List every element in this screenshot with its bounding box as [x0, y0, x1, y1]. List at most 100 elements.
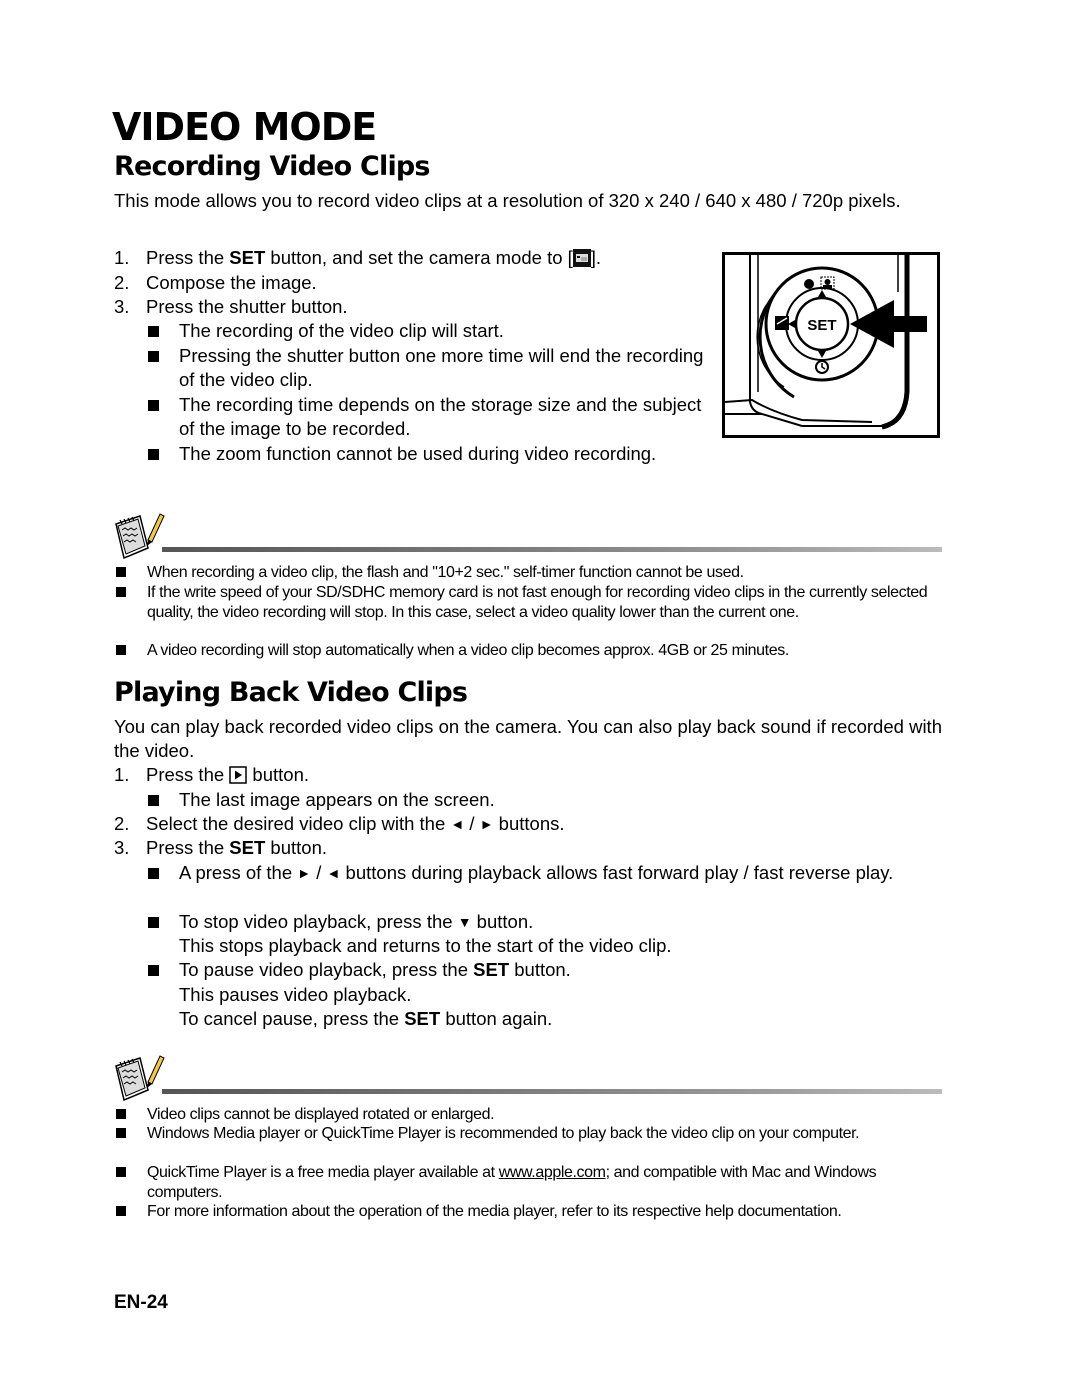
note-text: For more information about the operation…: [147, 1203, 842, 1220]
note-item: When recording a video clip, the flash a…: [114, 563, 942, 583]
note-item: Windows Media player or QuickTime Player…: [114, 1124, 942, 1144]
note-item: If the write speed of your SD/SDHC memor…: [114, 583, 942, 622]
set-label: SET: [229, 837, 266, 858]
set-label: SET: [473, 959, 510, 980]
recording-bullet: Pressing the shutter button one more tim…: [148, 344, 708, 393]
bullet-text: Pressing the shutter button one more tim…: [179, 345, 704, 391]
separator: /: [464, 813, 480, 834]
bullet-text: To pause video playback, press the SET b…: [148, 958, 942, 982]
note-item: QuickTime Player is a free media player …: [114, 1163, 942, 1202]
step-text: Press the: [146, 837, 230, 858]
step-number: 3.: [114, 837, 130, 858]
bullet-square-icon: [116, 1109, 126, 1119]
page-number: EN-24: [114, 1292, 168, 1313]
playback-step-1: 1. Press the button.: [114, 763, 309, 790]
step-number: 3.: [114, 296, 130, 317]
playback-heading: Playing Back Video Clips: [114, 677, 468, 708]
macro-icon: [804, 279, 814, 289]
right-arrow-icon: ►: [297, 865, 312, 881]
bullet-continuation: To cancel pause, press the SET button ag…: [179, 1007, 552, 1031]
camera-set-button-illustration: SET: [722, 252, 940, 438]
bullet-square-icon: [116, 1206, 126, 1216]
set-button-label: SET: [807, 317, 836, 334]
step-text: Press the: [146, 764, 230, 785]
bullet-text: A press of the ► / ◄ buttons during play…: [148, 861, 942, 885]
text: button.: [509, 959, 571, 980]
bullet-square-icon: [148, 795, 159, 806]
playback-bullet: To pause video playback, press the SET b…: [148, 958, 942, 982]
step-number: 2.: [114, 813, 130, 834]
step-text: ].: [590, 247, 602, 268]
note-item: A video recording will stop automaticall…: [114, 641, 954, 661]
note-item: Video clips cannot be displayed rotated …: [114, 1105, 942, 1125]
playback-bullet: The last image appears on the screen.: [148, 788, 748, 812]
note-item: For more information about the operation…: [114, 1202, 904, 1222]
step-text: Select the desired video clip with the: [146, 813, 451, 834]
down-arrow-icon: ▼: [457, 914, 472, 930]
page-title: VIDEO MODE: [112, 105, 377, 149]
bullet-continuation: This stops playback and returns to the s…: [179, 935, 672, 956]
bullet-square-icon: [148, 868, 159, 879]
step-text: Press the shutter button.: [146, 296, 348, 317]
text: To stop video playback, press the: [179, 911, 458, 932]
playback-step-2: 2. Select the desired video clip with the…: [114, 812, 565, 836]
bullet-square-icon: [116, 567, 126, 577]
step-text: button.: [265, 837, 327, 858]
text: button.: [471, 911, 534, 932]
bullet-square-icon: [116, 1167, 126, 1177]
note-text: QuickTime Player is a free media player …: [114, 1163, 942, 1202]
video-mode-icon: [572, 249, 591, 273]
bullet-square-icon: [148, 351, 159, 362]
note-pad-icon: [112, 510, 166, 560]
text: button again.: [440, 1008, 553, 1029]
recording-bullet: The recording time depends on the storag…: [148, 393, 708, 442]
bullet-continuation: This pauses video playback.: [179, 984, 412, 1005]
step-text: button, and set the camera mode to [: [265, 247, 573, 268]
bullet-text: The last image appears on the screen.: [179, 789, 495, 810]
exposure-compensation-icon: [775, 316, 789, 330]
bullet-text: The recording time depends on the storag…: [179, 394, 702, 440]
bullet-square-icon: [148, 449, 159, 460]
bullet-square-icon: [148, 965, 159, 976]
bullet-square-icon: [116, 587, 126, 597]
set-label: SET: [229, 247, 266, 268]
playback-bullet: To stop video playback, press the ▼ butt…: [148, 910, 942, 934]
note-pad-icon: [112, 1052, 166, 1102]
set-label: SET: [404, 1008, 441, 1029]
step-text: buttons.: [493, 813, 565, 834]
note-divider: [162, 1089, 942, 1094]
playback-intro: You can play back recorded video clips o…: [114, 716, 942, 762]
bullet-text: The zoom function cannot be used during …: [179, 443, 657, 464]
step-text: button.: [247, 764, 310, 785]
bullet-text: To stop video playback, press the ▼ butt…: [148, 910, 942, 934]
step-number: 2.: [114, 272, 130, 293]
note-text: When recording a video clip, the flash a…: [147, 564, 744, 581]
recording-intro: This mode allows you to record video cli…: [114, 190, 901, 211]
recording-heading: Recording Video Clips: [114, 151, 431, 182]
recording-bullet: The recording of the video clip will sta…: [148, 319, 708, 343]
recording-step-1: 1. Press the SET button, and set the came…: [114, 246, 601, 273]
bullet-square-icon: [148, 917, 159, 928]
right-arrow-icon: ►: [479, 816, 494, 832]
text: To pause video playback, press the: [179, 959, 474, 980]
bullet-square-icon: [116, 645, 126, 655]
left-arrow-icon: ◄: [450, 816, 465, 832]
bullet-square-icon: [116, 1128, 126, 1138]
recording-step-2: 2. Compose the image.: [114, 271, 317, 295]
note-text: Video clips cannot be displayed rotated …: [147, 1106, 495, 1123]
note-divider: [162, 547, 942, 552]
playback-bullet: A press of the ► / ◄ buttons during play…: [148, 861, 942, 885]
bullet-square-icon: [148, 400, 159, 411]
bullet-text: The recording of the video clip will sta…: [179, 320, 504, 341]
text: QuickTime Player is a free media player …: [147, 1164, 499, 1181]
step-text: Press the: [146, 247, 230, 268]
apple-link[interactable]: www.apple.com: [499, 1164, 606, 1181]
playback-step-3: 3. Press the SET button.: [114, 836, 327, 860]
step-text: Compose the image.: [146, 272, 317, 293]
text: To cancel pause, press the: [179, 1008, 405, 1029]
separator: /: [311, 862, 327, 883]
recording-step-3: 3. Press the shutter button.: [114, 295, 348, 319]
step-number: 1.: [114, 247, 130, 268]
recording-bullet: The zoom function cannot be used during …: [148, 442, 702, 466]
note-text: If the write speed of your SD/SDHC memor…: [147, 584, 928, 621]
